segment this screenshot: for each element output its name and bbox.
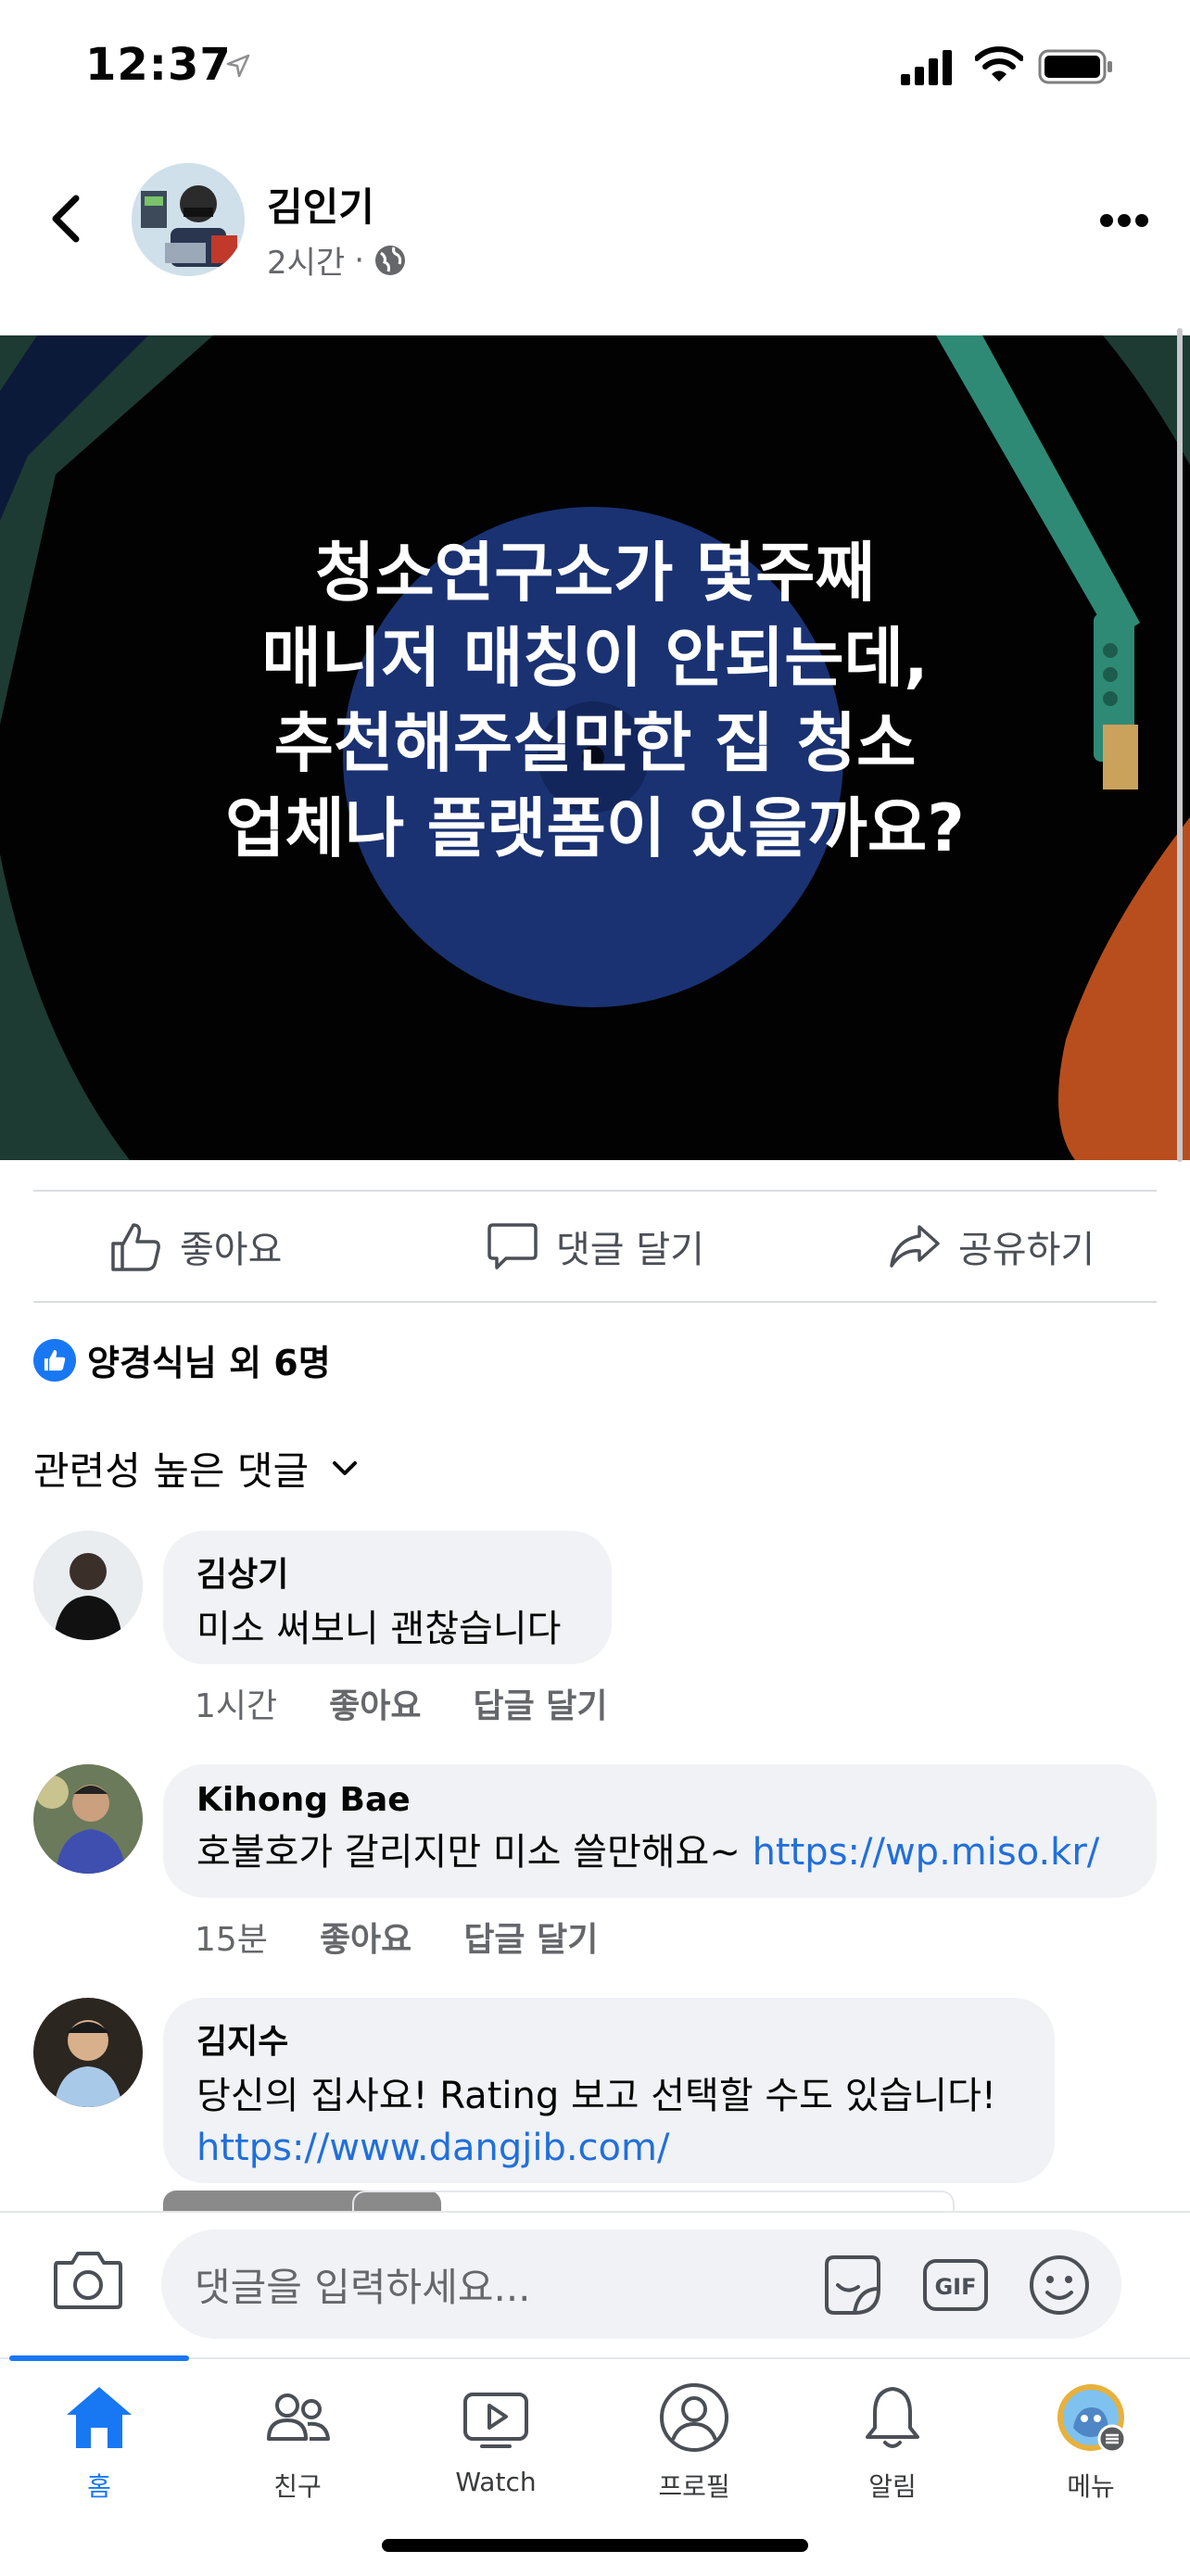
thumbs-up-icon — [111, 1223, 160, 1271]
comment-time: 1시간 — [195, 1687, 278, 1725]
post-meta: 2시간 · — [267, 237, 407, 283]
author-avatar[interactable] — [132, 163, 245, 276]
comment-bubble[interactable]: 김지수 당신의 집사요! Rating 보고 선택할 수도 있습니다! http… — [163, 1998, 1055, 2183]
comment-bubble-icon — [487, 1223, 538, 1269]
comment-link[interactable]: https://www.dangjib.com/ — [196, 2122, 1021, 2174]
commenter-name[interactable]: 김상기 — [196, 1547, 578, 1596]
back-chevron-icon[interactable] — [44, 191, 89, 246]
emoji-icon[interactable] — [1025, 2252, 1094, 2318]
comment-text-body: 호불호가 갈리지만 미소 쓸만해요~ — [196, 1831, 753, 1874]
active-tab-indicator — [9, 2355, 189, 2361]
camera-icon[interactable] — [52, 2246, 124, 2313]
chevron-down-icon — [333, 1460, 358, 1475]
image-text-line: 매니저 매칭이 안되는데, — [261, 620, 929, 696]
gif-label: GIF — [934, 2274, 976, 2300]
comment-reply-button[interactable]: 답글 달기 — [463, 1913, 598, 1961]
reactions-summary[interactable]: 양경식님 외 6명 — [33, 1334, 331, 1385]
comment-input-placeholder: 댓글을 입력하세요... — [195, 2264, 531, 2310]
globe-icon — [375, 245, 406, 275]
cellular-signal-icon — [901, 50, 952, 85]
post-image[interactable]: 청소연구소가 몇주째 매니저 매칭이 안되는데, 추천해주실만한 집 청소 업체… — [0, 335, 1190, 1160]
sort-label: 관련성 높은 댓글 — [33, 1448, 310, 1494]
commenter-name[interactable]: 김지수 — [196, 2014, 1021, 2063]
reactions-text: 양경식님 외 6명 — [87, 1343, 331, 1383]
bell-icon — [866, 2387, 919, 2448]
post-time[interactable]: 2시간 — [267, 237, 345, 283]
comment-text: 당신의 집사요! Rating 보고 선택할 수도 있습니다! — [196, 2075, 996, 2117]
commenter-avatar[interactable] — [33, 1531, 143, 1640]
image-text-line: 업체나 플랫폼이 있을까요? — [225, 790, 965, 866]
commenter-avatar[interactable] — [33, 1998, 143, 2107]
tab-profile[interactable]: 프로필 — [606, 2381, 782, 2504]
tab-label: 메뉴 — [1067, 2471, 1115, 2502]
commenter-name[interactable]: Kihong Bae — [196, 1781, 1123, 1819]
post-image-text: 청소연구소가 몇주째 매니저 매칭이 안되는데, 추천해주실만한 집 청소 업체… — [0, 530, 1190, 871]
comment-input[interactable]: 댓글을 입력하세요... GIF — [161, 2229, 1121, 2339]
home-indicator[interactable] — [382, 2539, 808, 2552]
comment-like-button[interactable]: 좋아요 — [329, 1679, 421, 1727]
tab-label: 알림 — [868, 2471, 917, 2502]
share-button[interactable]: 공유하기 — [888, 1219, 1095, 1273]
tab-menu[interactable]: 메뉴 — [1003, 2381, 1179, 2504]
comment-actions: 15분 좋아요 답글 달기 — [195, 1913, 598, 1961]
comment-text: 호불호가 갈리지만 미소 쓸만해요~ https://wp.miso.kr/ — [196, 1826, 1123, 1878]
share-label: 공유하기 — [958, 1229, 1095, 1271]
divider — [33, 1301, 1157, 1303]
comment-actions: 1시간 좋아요 답글 달기 — [195, 1679, 608, 1727]
divider — [33, 1190, 1157, 1192]
tab-label: 친구 — [273, 2471, 322, 2502]
meta-separator: · — [354, 241, 365, 279]
like-button[interactable]: 좋아요 — [109, 1219, 282, 1273]
comment-time: 15분 — [195, 1921, 268, 1959]
comment-bubble[interactable]: Kihong Bae 호불호가 갈리지만 미소 쓸만해요~ https://wp… — [163, 1764, 1157, 1898]
comment-label: 댓글 달기 — [556, 1229, 704, 1271]
like-reaction-icon — [33, 1338, 76, 1382]
sticker-icon[interactable] — [817, 2252, 886, 2318]
tab-watch[interactable]: Watch — [408, 2381, 584, 2497]
author-name[interactable]: 김인기 — [267, 176, 374, 233]
commenter-avatar[interactable] — [33, 1764, 143, 1874]
tab-notifications[interactable]: 알림 — [804, 2381, 981, 2504]
like-label: 좋아요 — [180, 1229, 283, 1271]
comment-text: 미소 써보니 괜찮습니다 — [196, 1608, 562, 1650]
tab-label: Watch — [455, 2467, 537, 2497]
comment-bubble[interactable]: 김상기 미소 써보니 괜찮습니다 — [163, 1531, 612, 1664]
image-text-line: 청소연구소가 몇주째 — [315, 535, 875, 611]
menu-avatar-icon — [1057, 2384, 1127, 2454]
wifi-icon — [975, 46, 1023, 82]
comments-sort-dropdown[interactable]: 관련성 높은 댓글 — [33, 1440, 359, 1496]
gif-icon[interactable]: GIF — [921, 2252, 990, 2318]
home-icon — [67, 2387, 132, 2448]
more-options-icon[interactable] — [1099, 213, 1149, 228]
watch-icon — [463, 2393, 528, 2448]
comment-reply-button[interactable]: 답글 달기 — [474, 1679, 608, 1727]
location-arrow-icon — [226, 54, 250, 78]
profile-icon — [660, 2383, 728, 2452]
image-text-line: 추천해주실만한 집 청소 — [273, 705, 917, 781]
scroll-indicator[interactable] — [1177, 328, 1183, 1162]
tab-home[interactable]: 홈 — [11, 2381, 187, 2504]
comment-link[interactable]: https://wp.miso.kr/ — [753, 1831, 1100, 1874]
tab-friends[interactable]: 친구 — [209, 2381, 386, 2504]
comment-like-button[interactable]: 좋아요 — [320, 1913, 411, 1961]
tab-label: 홈 — [87, 2471, 111, 2502]
battery-icon — [1038, 49, 1112, 84]
status-time: 12:37 — [85, 39, 232, 91]
friends-icon — [267, 2393, 330, 2441]
tab-label: 프로필 — [658, 2471, 730, 2502]
share-arrow-icon — [890, 1225, 940, 1268]
comment-button[interactable]: 댓글 달기 — [486, 1219, 704, 1273]
